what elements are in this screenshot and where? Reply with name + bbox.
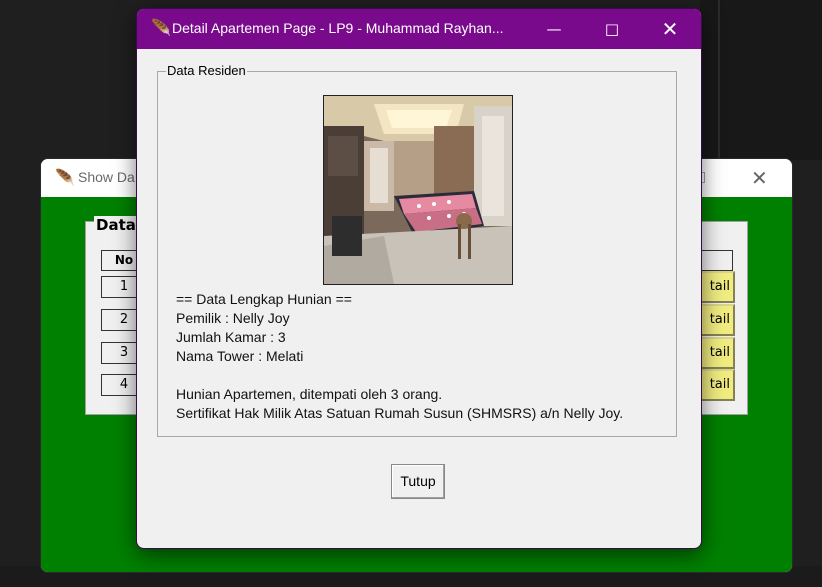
info-occupancy: Hunian Apartemen, ditempati oleh 3 orang… bbox=[176, 386, 443, 402]
info-tower: Nama Tower : Melati bbox=[176, 348, 304, 364]
data-frame-label: Data bbox=[94, 216, 138, 234]
frame-label: Data Residen bbox=[166, 63, 247, 78]
data-residen-frame: Data Residen == Data Lengkap Hunian == P… bbox=[157, 63, 677, 437]
window-titlebar[interactable]: 🪶 Detail Apartemen Page - LP9 - Muhammad… bbox=[137, 9, 701, 49]
apartment-photo bbox=[323, 95, 513, 285]
info-text-block: == Data Lengkap Hunian == Pemilik : Nell… bbox=[176, 290, 623, 423]
detail-apartemen-window[interactable]: 🪶 Detail Apartemen Page - LP9 - Muhammad… bbox=[136, 8, 702, 549]
feather-icon: 🪶 bbox=[151, 18, 171, 37]
info-heading: == Data Lengkap Hunian == bbox=[176, 291, 352, 307]
close-icon[interactable]: ✕ bbox=[641, 9, 699, 49]
tutup-button[interactable]: Tutup bbox=[391, 464, 445, 499]
show-data-title: Show Da bbox=[78, 169, 135, 185]
minimize-icon[interactable]: — bbox=[525, 9, 583, 49]
window-title: Detail Apartemen Page - LP9 - Muhammad R… bbox=[172, 20, 504, 36]
background-divider bbox=[718, 0, 720, 160]
maximize-icon[interactable]: □ bbox=[583, 9, 641, 49]
close-icon[interactable]: ✕ bbox=[751, 166, 768, 190]
info-certificate: Sertifikat Hak Milik Atas Satuan Rumah S… bbox=[176, 405, 624, 421]
info-rooms: Jumlah Kamar : 3 bbox=[176, 329, 286, 345]
info-owner: Pemilik : Nelly Joy bbox=[176, 310, 290, 326]
feather-icon: 🪶 bbox=[55, 168, 75, 187]
